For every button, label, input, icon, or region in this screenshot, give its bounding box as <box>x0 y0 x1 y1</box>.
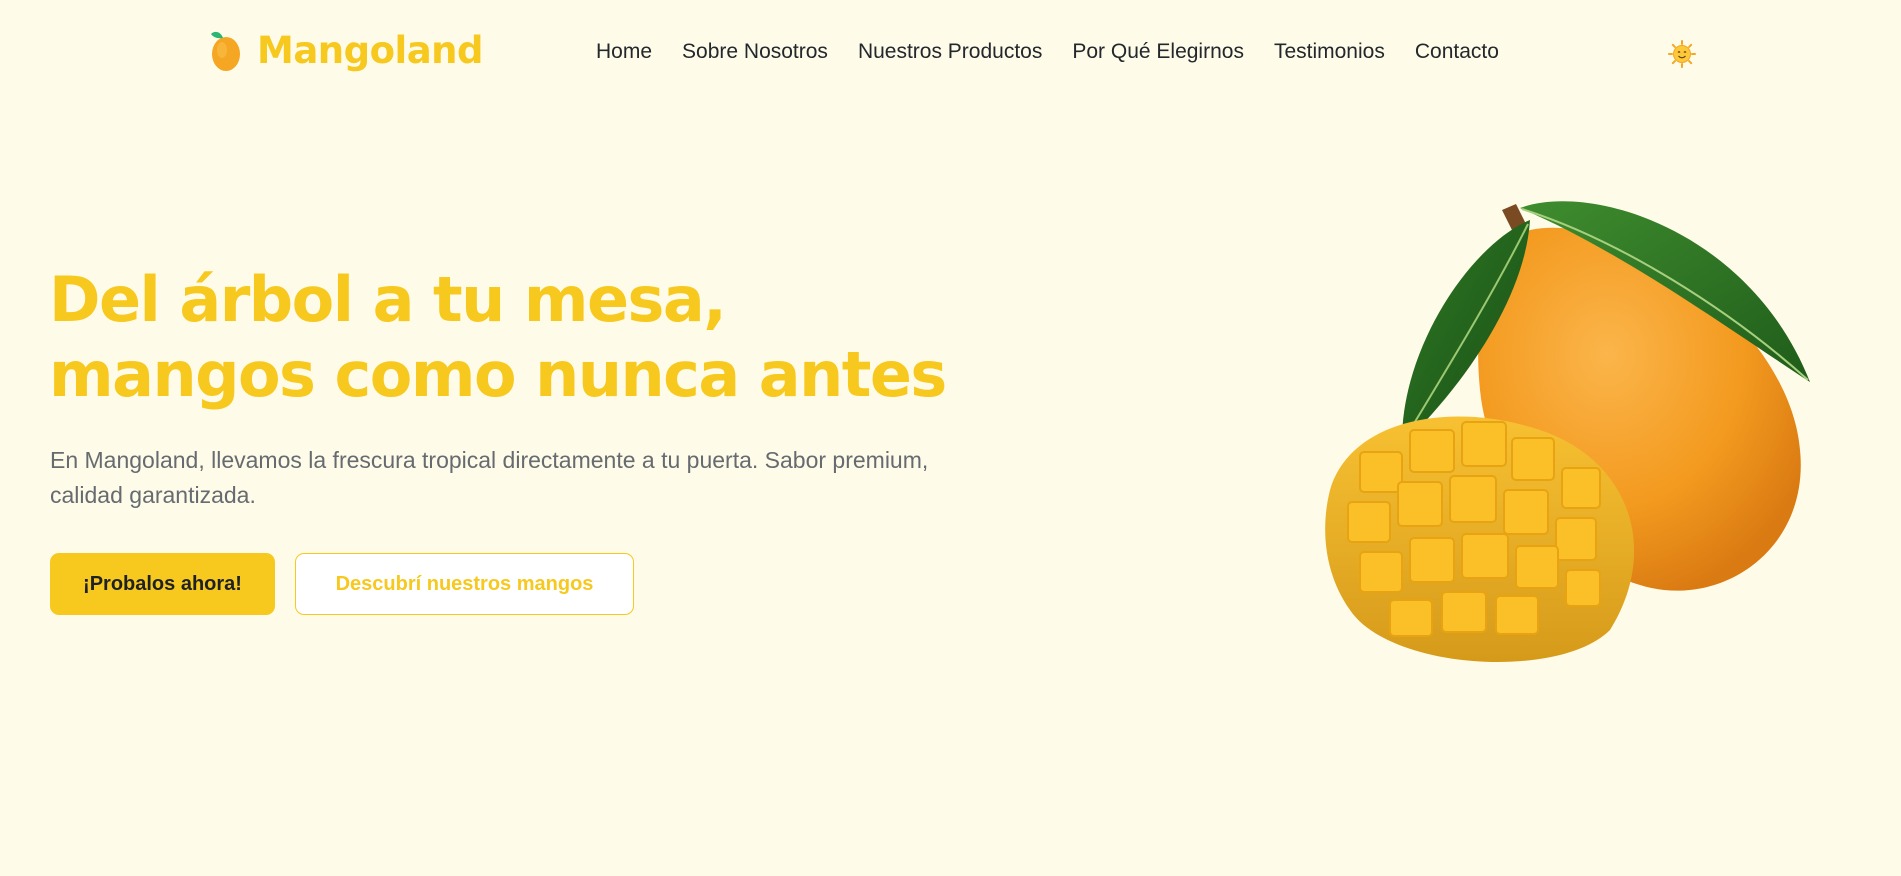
hero-title-line-1: Del árbol a tu mesa, <box>49 263 727 336</box>
try-now-button[interactable]: ¡Probalos ahora! <box>50 553 275 615</box>
nav-item-contacto[interactable]: Contacto <box>1415 40 1499 64</box>
hero-description: En Mangoland, llevamos la frescura tropi… <box>50 447 929 508</box>
brand-name: Mangoland <box>257 28 484 72</box>
nav-item-sobre-nosotros[interactable]: Sobre Nosotros <box>682 40 828 64</box>
hero-title: Del árbol a tu mesa, mangos como nunca a… <box>49 262 947 412</box>
sun-face-icon[interactable] <box>1668 40 1696 68</box>
main-nav: Home Sobre Nosotros Nuestros Productos P… <box>596 40 1499 64</box>
nav-item-testimonios[interactable]: Testimonios <box>1274 40 1385 64</box>
brand-logo[interactable]: Mangoland <box>205 28 484 72</box>
mango-image <box>1325 201 1810 663</box>
mango-icon <box>211 31 240 71</box>
hero-title-line-2: mangos como nunca antes <box>49 338 947 411</box>
page: Mangoland Home Sobre Nosotros Nuestros P… <box>0 0 1901 876</box>
discover-mangos-button[interactable]: Descubrí nuestros mangos <box>295 553 634 615</box>
nav-item-home[interactable]: Home <box>596 40 652 64</box>
nav-item-por-que-elegirnos[interactable]: Por Qué Elegirnos <box>1072 40 1244 64</box>
nav-item-nuestros-productos[interactable]: Nuestros Productos <box>858 40 1042 64</box>
